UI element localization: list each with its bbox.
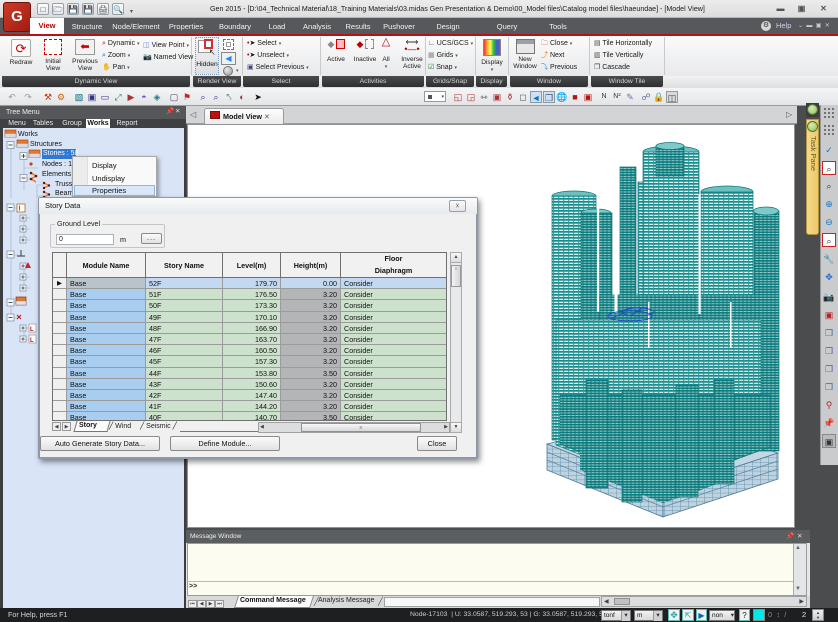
svg-text:L: L (30, 338, 34, 344)
svg-text:L: L (30, 327, 34, 333)
svg-text:I: I (19, 206, 21, 213)
